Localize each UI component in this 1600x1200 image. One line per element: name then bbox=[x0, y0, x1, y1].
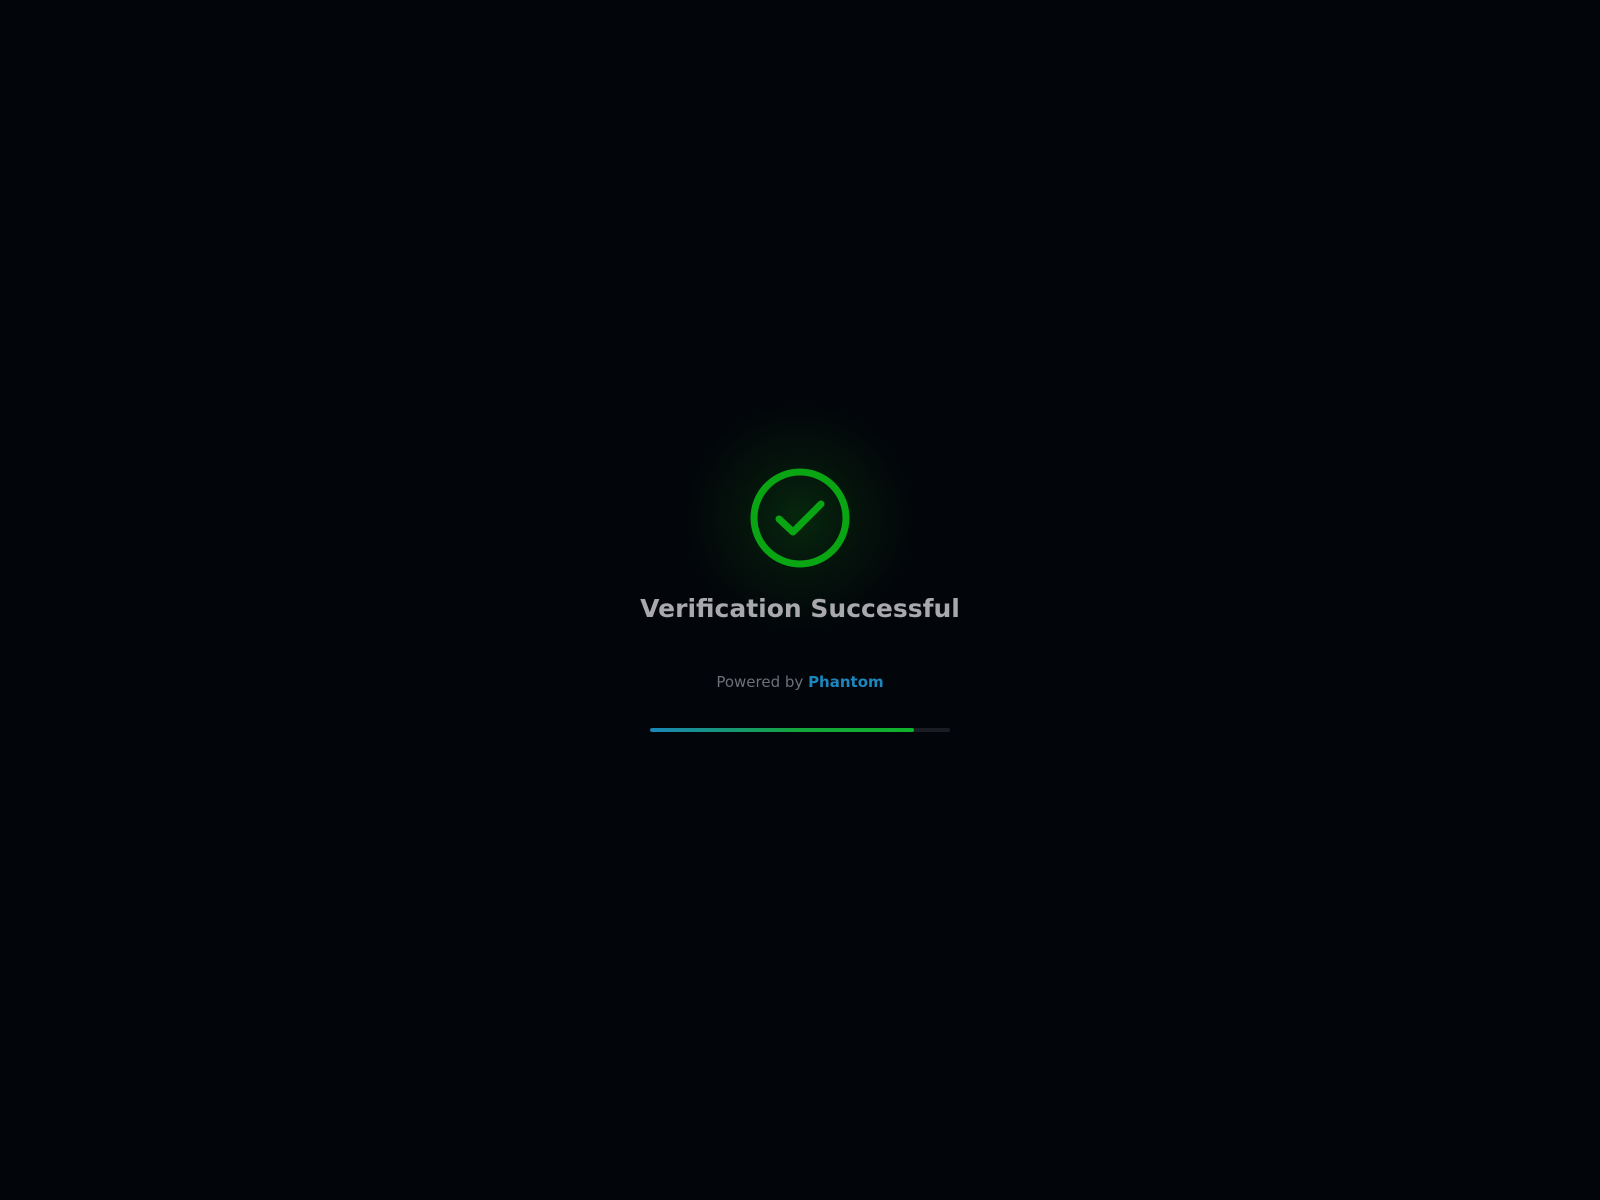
verification-title: Verification Successful bbox=[640, 594, 960, 623]
progress-fill bbox=[650, 728, 914, 732]
progress-bar bbox=[650, 728, 950, 732]
powered-by-label: Powered by bbox=[716, 673, 804, 691]
verification-page: Verification Successful Powered by Phant… bbox=[0, 0, 1600, 1200]
brand-name: Phantom bbox=[808, 673, 884, 691]
status-panel: Verification Successful Powered by Phant… bbox=[0, 0, 1600, 1200]
powered-by-line: Powered by Phantom bbox=[500, 673, 1100, 691]
check-circle-icon bbox=[748, 466, 852, 570]
